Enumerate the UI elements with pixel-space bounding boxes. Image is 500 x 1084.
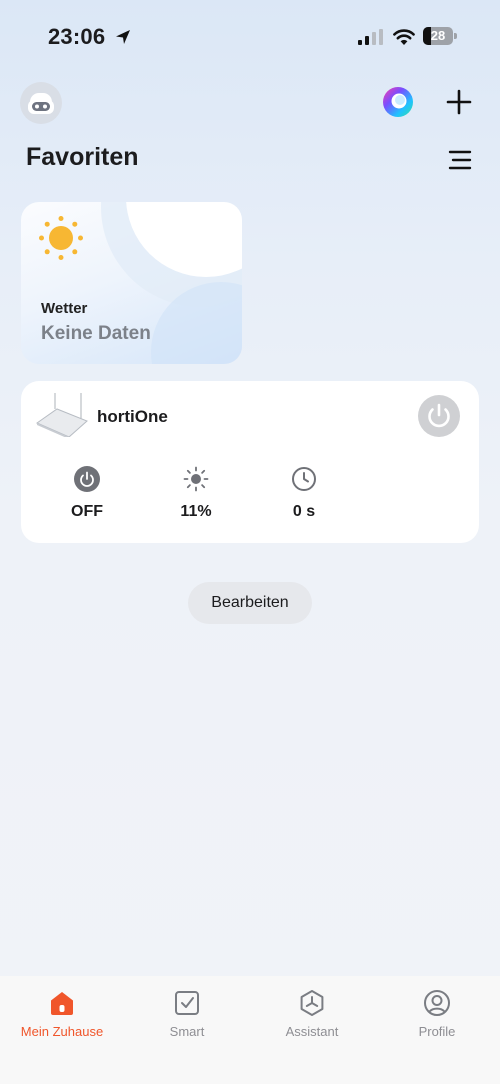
siri-icon[interactable] bbox=[381, 85, 415, 119]
page-title: Favoriten bbox=[26, 143, 139, 171]
battery-cap bbox=[454, 33, 457, 39]
home-icon bbox=[51, 992, 73, 1015]
tab-assistant-label: Assistant bbox=[285, 1024, 339, 1039]
cellular-signal-icon bbox=[358, 29, 383, 45]
sun-icon bbox=[39, 216, 83, 260]
location-arrow-icon bbox=[116, 30, 130, 44]
tab-smart-label: Smart bbox=[169, 1024, 205, 1039]
stat-brightness-value: 11% bbox=[180, 503, 212, 520]
avatar[interactable] bbox=[20, 82, 62, 124]
stat-power[interactable]: OFF bbox=[42, 465, 132, 521]
stat-power-value: OFF bbox=[71, 503, 103, 520]
weather-value: Keine Daten bbox=[41, 323, 151, 344]
battery-level: 28 bbox=[430, 28, 446, 43]
tab-profile-label: Profile bbox=[418, 1024, 456, 1039]
tab-home[interactable]: Mein Zuhause bbox=[2, 988, 122, 1039]
tab-assistant[interactable]: Assistant bbox=[252, 988, 372, 1039]
stat-brightness[interactable]: 11% bbox=[151, 465, 241, 521]
edit-button[interactable]: Bearbeiten bbox=[188, 582, 312, 624]
device-power-button[interactable] bbox=[418, 395, 460, 437]
avatar-robot-icon bbox=[28, 93, 54, 114]
tab-smart[interactable]: Smart bbox=[127, 988, 247, 1039]
clock-icon bbox=[292, 467, 316, 491]
device-card[interactable]: hortiOne OFF 11% 0 s bbox=[21, 381, 479, 543]
battery-body: 28 bbox=[423, 27, 453, 45]
tab-home-label: Mein Zuhause bbox=[20, 1024, 104, 1039]
assistant-icon bbox=[300, 990, 324, 1016]
grow-light-image bbox=[35, 393, 88, 437]
brightness-icon bbox=[183, 466, 209, 492]
device-name: hortiOne bbox=[97, 407, 168, 426]
profile-icon bbox=[424, 990, 450, 1016]
power-icon bbox=[428, 403, 450, 428]
status-bar: 23:06 28 bbox=[0, 0, 500, 74]
weather-card[interactable]: Wetter Keine Daten bbox=[21, 202, 242, 364]
tab-profile[interactable]: Profile bbox=[377, 988, 497, 1039]
status-time: 23:06 bbox=[48, 24, 106, 49]
battery-icon: 28 bbox=[423, 27, 457, 45]
stat-timer-value: 0 s bbox=[292, 503, 316, 520]
tab-bar: Mein Zuhause Smart Assistant Profile bbox=[0, 976, 500, 1084]
list-menu-icon[interactable] bbox=[446, 146, 474, 174]
wifi-icon bbox=[393, 29, 415, 45]
stat-timer[interactable]: 0 s bbox=[259, 465, 349, 521]
weather-label: Wetter bbox=[41, 300, 88, 317]
power-icon bbox=[74, 466, 100, 492]
add-button[interactable] bbox=[441, 84, 477, 120]
checkbox-icon bbox=[175, 991, 199, 1015]
